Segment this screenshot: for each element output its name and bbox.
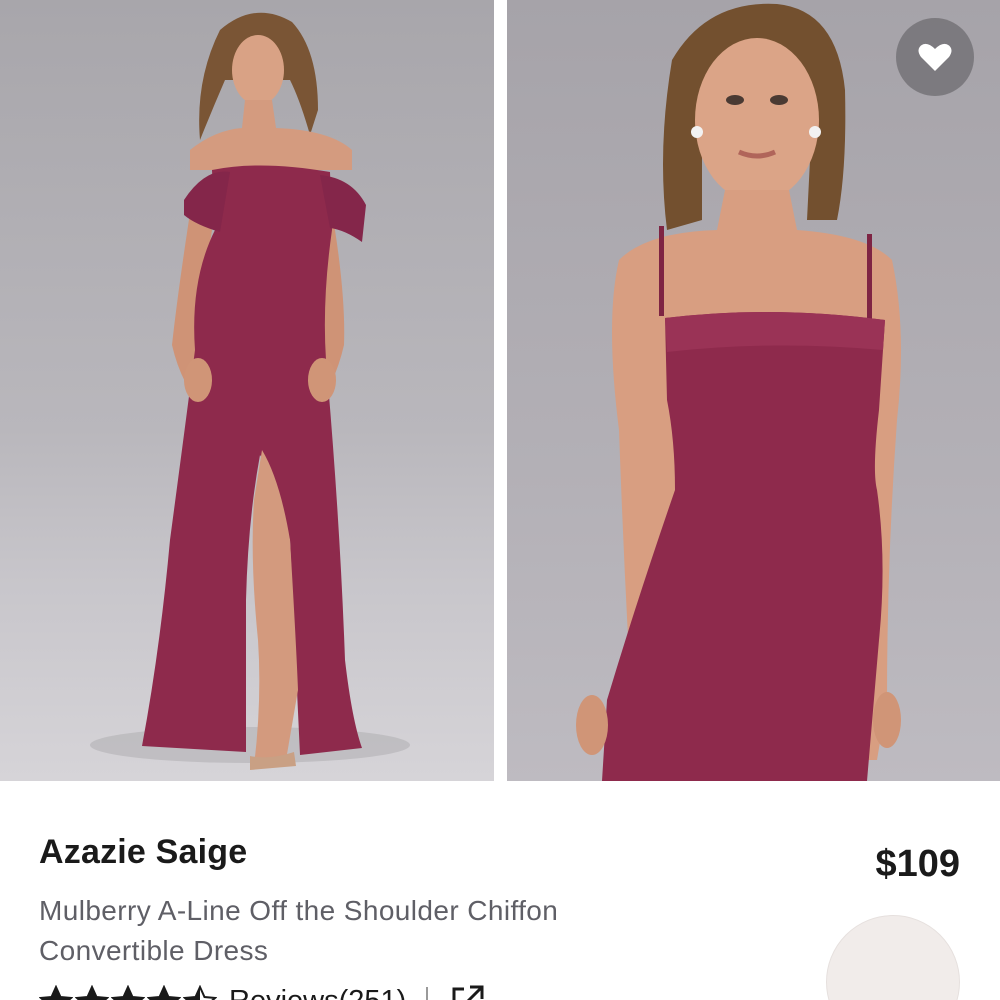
- star-icon: [111, 985, 145, 1000]
- product-photo-full-length[interactable]: [0, 0, 494, 781]
- product-title: Mulberry A-Line Off the Shoulder Chiffon…: [39, 895, 559, 966]
- rating-stars: [39, 985, 217, 1000]
- product-photo-closeup[interactable]: [507, 0, 1000, 781]
- product-brand: Azazie Saige: [39, 833, 248, 871]
- divider: [426, 987, 429, 1000]
- star-icon: [75, 985, 109, 1000]
- product-gallery: [0, 0, 1000, 781]
- share-external-icon[interactable]: [450, 983, 486, 1000]
- product-info: Azazie Saige $109 Mulberry A-Line Off th…: [0, 781, 1000, 1000]
- color-swatch[interactable]: [826, 915, 960, 1000]
- favorite-button[interactable]: [896, 18, 974, 96]
- star-icon: [39, 985, 73, 1000]
- product-price: $109: [875, 843, 960, 885]
- heart-icon: [918, 43, 952, 71]
- model-closeup-image: [576, 3, 901, 781]
- reviews-link[interactable]: Reviews(251): [229, 985, 406, 1000]
- star-icon: [147, 985, 181, 1000]
- star-icon: [183, 985, 217, 1000]
- model-full-length-image: [90, 12, 410, 770]
- rating-row: Reviews(251): [39, 981, 486, 1000]
